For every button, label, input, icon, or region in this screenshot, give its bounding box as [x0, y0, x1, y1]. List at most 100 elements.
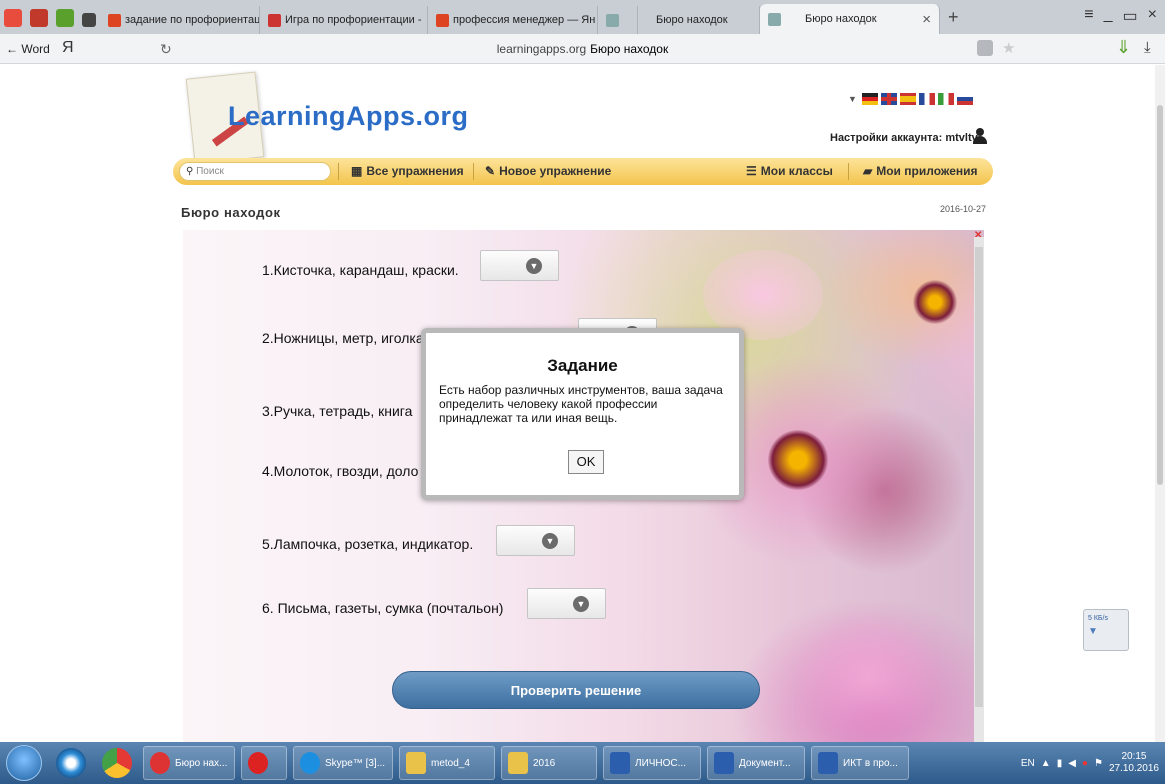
language-flags: ▼ [848, 93, 973, 105]
list-icon: ☰ [746, 164, 757, 178]
nav-label: Новое упражнение [499, 164, 612, 178]
chevron-down-icon[interactable]: ▼ [848, 94, 857, 104]
show-hidden-icons-icon[interactable]: ▲ [1041, 758, 1051, 769]
nav-label: Мои приложения [876, 164, 978, 178]
url-host: learningapps.org [496, 42, 587, 56]
answer-dropdown-1[interactable]: ▼ [480, 250, 559, 281]
tab-label: профессия менеджер — Ян [453, 14, 596, 26]
start-button[interactable] [6, 745, 42, 781]
pinned-app-icon[interactable] [56, 748, 86, 778]
main-nav: ⚲ Поиск ▦ Все упражнения ✎ Новое упражнени… [173, 158, 993, 185]
taskbar-item[interactable]: Skype™ [3]... [293, 746, 393, 780]
clock[interactable]: 20:15 27.10.2016 [1109, 751, 1159, 775]
question-4: 4.Молоток, гвозди, доло [262, 463, 419, 479]
flower-center-decoration [913, 280, 957, 324]
user-icon[interactable] [973, 128, 987, 144]
word-icon [714, 752, 734, 774]
answer-dropdown-6[interactable]: ▼ [527, 588, 606, 619]
taskbar-item-label: Бюро нах... [175, 757, 228, 769]
flag-fr-icon[interactable] [918, 93, 935, 105]
flower-decoration [703, 250, 823, 340]
browser-tab[interactable]: профессия менеджер — Ян [428, 6, 598, 34]
arrow-down-icon: ▼ [1088, 626, 1098, 637]
browser-tab[interactable]: Игра по профориентации - [260, 6, 428, 34]
scrollbar-thumb[interactable] [975, 247, 983, 707]
bookmark-star-icon[interactable]: ★ [1002, 39, 1015, 57]
app-icon-dark[interactable] [82, 13, 96, 27]
search-icon: ⚲ [186, 166, 194, 177]
clock-date: 27.10.2016 [1108, 763, 1159, 774]
taskbar-item-label: metod_4 [431, 757, 470, 769]
question-5: 5.Лампочка, розетка, индикатор. [262, 536, 474, 552]
page-favicon-icon [606, 13, 619, 27]
ok-button[interactable]: OK [568, 450, 604, 474]
account-settings-link[interactable]: Настройки аккаунта: mtvltv [830, 132, 978, 144]
app-icon-red[interactable] [4, 9, 22, 27]
tab-label: Бюро находок [656, 14, 728, 26]
language-indicator[interactable]: EN [1021, 758, 1035, 769]
nav-all-exercises[interactable]: ▦ Все упражнения [351, 164, 464, 178]
nav-my-classes[interactable]: ☰ Мои классы [746, 164, 833, 178]
flag-it-icon[interactable] [937, 93, 954, 105]
browser-tab[interactable]: Бюро находок [638, 6, 760, 34]
yandex-browser-icon [150, 752, 170, 774]
flag-tray-icon[interactable]: ⚑ [1094, 758, 1103, 769]
chevron-down-icon: ▼ [542, 533, 558, 549]
network-speed-widget[interactable]: 5 КБ/s ▼ [1083, 609, 1129, 651]
scrollbar-thumb[interactable] [1157, 105, 1163, 485]
opera-icon [248, 752, 268, 774]
folder-icon [508, 752, 528, 774]
taskbar-item[interactable] [241, 746, 287, 780]
volume-icon[interactable]: ◀ [1068, 758, 1076, 769]
browser-tab-active[interactable]: Бюро находок × [760, 4, 940, 34]
taskbar-item[interactable]: Бюро нах... [143, 746, 235, 780]
taskbar-item[interactable]: metod_4 [399, 746, 495, 780]
app-icon-magnet[interactable] [30, 9, 48, 27]
taskbar-item[interactable]: Документ... [707, 746, 805, 780]
maximize-icon[interactable]: ▭ [1123, 6, 1138, 26]
flag-de-icon[interactable] [861, 93, 878, 105]
pencil-icon: ✎ [485, 164, 496, 178]
speed-label: 5 КБ/s [1088, 615, 1108, 622]
extension-icon[interactable] [977, 40, 993, 56]
system-tray: EN ▲ ▮ ◀ ● ⚑ 20:15 27.10.2016 [1021, 751, 1165, 775]
word-icon [610, 752, 630, 774]
word-icon [818, 752, 838, 774]
yandex-favicon-icon [108, 13, 121, 27]
network-icon[interactable]: ▮ [1057, 758, 1063, 769]
browser-tab[interactable]: задание по профориентац [100, 6, 260, 34]
downloads-icon[interactable]: ⤓ [1144, 39, 1151, 56]
taskbar-item[interactable]: ИКТ в про... [811, 746, 909, 780]
folder-icon [406, 752, 426, 774]
taskbar-item[interactable]: 2016 [501, 746, 597, 780]
search-input[interactable]: ⚲ Поиск [179, 162, 331, 181]
menu-icon[interactable]: ≡ [1084, 6, 1093, 26]
close-window-icon[interactable]: × [1148, 6, 1157, 26]
browser-tab[interactable] [598, 6, 638, 34]
new-tab-button[interactable]: + [948, 7, 959, 28]
taskbar-item[interactable]: ЛИЧНОС... [603, 746, 701, 780]
flag-es-icon[interactable] [899, 93, 916, 105]
nav-divider [848, 163, 849, 180]
page-scrollbar[interactable] [1155, 65, 1165, 742]
check-solution-button[interactable]: Проверить решение [392, 671, 760, 709]
app-scrollbar[interactable] [974, 237, 984, 742]
nav-my-apps[interactable]: ▰ Мои приложения [863, 164, 978, 178]
flag-uk-icon[interactable] [880, 93, 897, 105]
taskbar-item-label: 2016 [533, 757, 556, 769]
chrome-icon[interactable] [102, 748, 132, 778]
minimize-icon[interactable]: _ [1104, 6, 1113, 26]
chevron-down-icon: ▼ [573, 596, 589, 612]
question-3: 3.Ручка, тетрадь, книга [262, 403, 413, 419]
site-logo[interactable]: LearningApps.org [228, 101, 469, 132]
answer-dropdown-5[interactable]: ▼ [496, 525, 575, 556]
download-arrow-icon[interactable]: ⇓ [1116, 37, 1131, 58]
question-1: 1.Кисточка, карандаш, краски. [262, 262, 459, 278]
opera-tray-icon[interactable]: ● [1082, 758, 1088, 769]
nav-new-exercise[interactable]: ✎ Новое упражнение [485, 164, 611, 178]
flower-decoration [793, 610, 943, 740]
app-icon-percent[interactable] [56, 9, 74, 27]
flag-ru-icon[interactable] [956, 93, 973, 105]
close-tab-icon[interactable]: × [922, 11, 931, 28]
chevron-down-icon: ▼ [526, 258, 542, 274]
